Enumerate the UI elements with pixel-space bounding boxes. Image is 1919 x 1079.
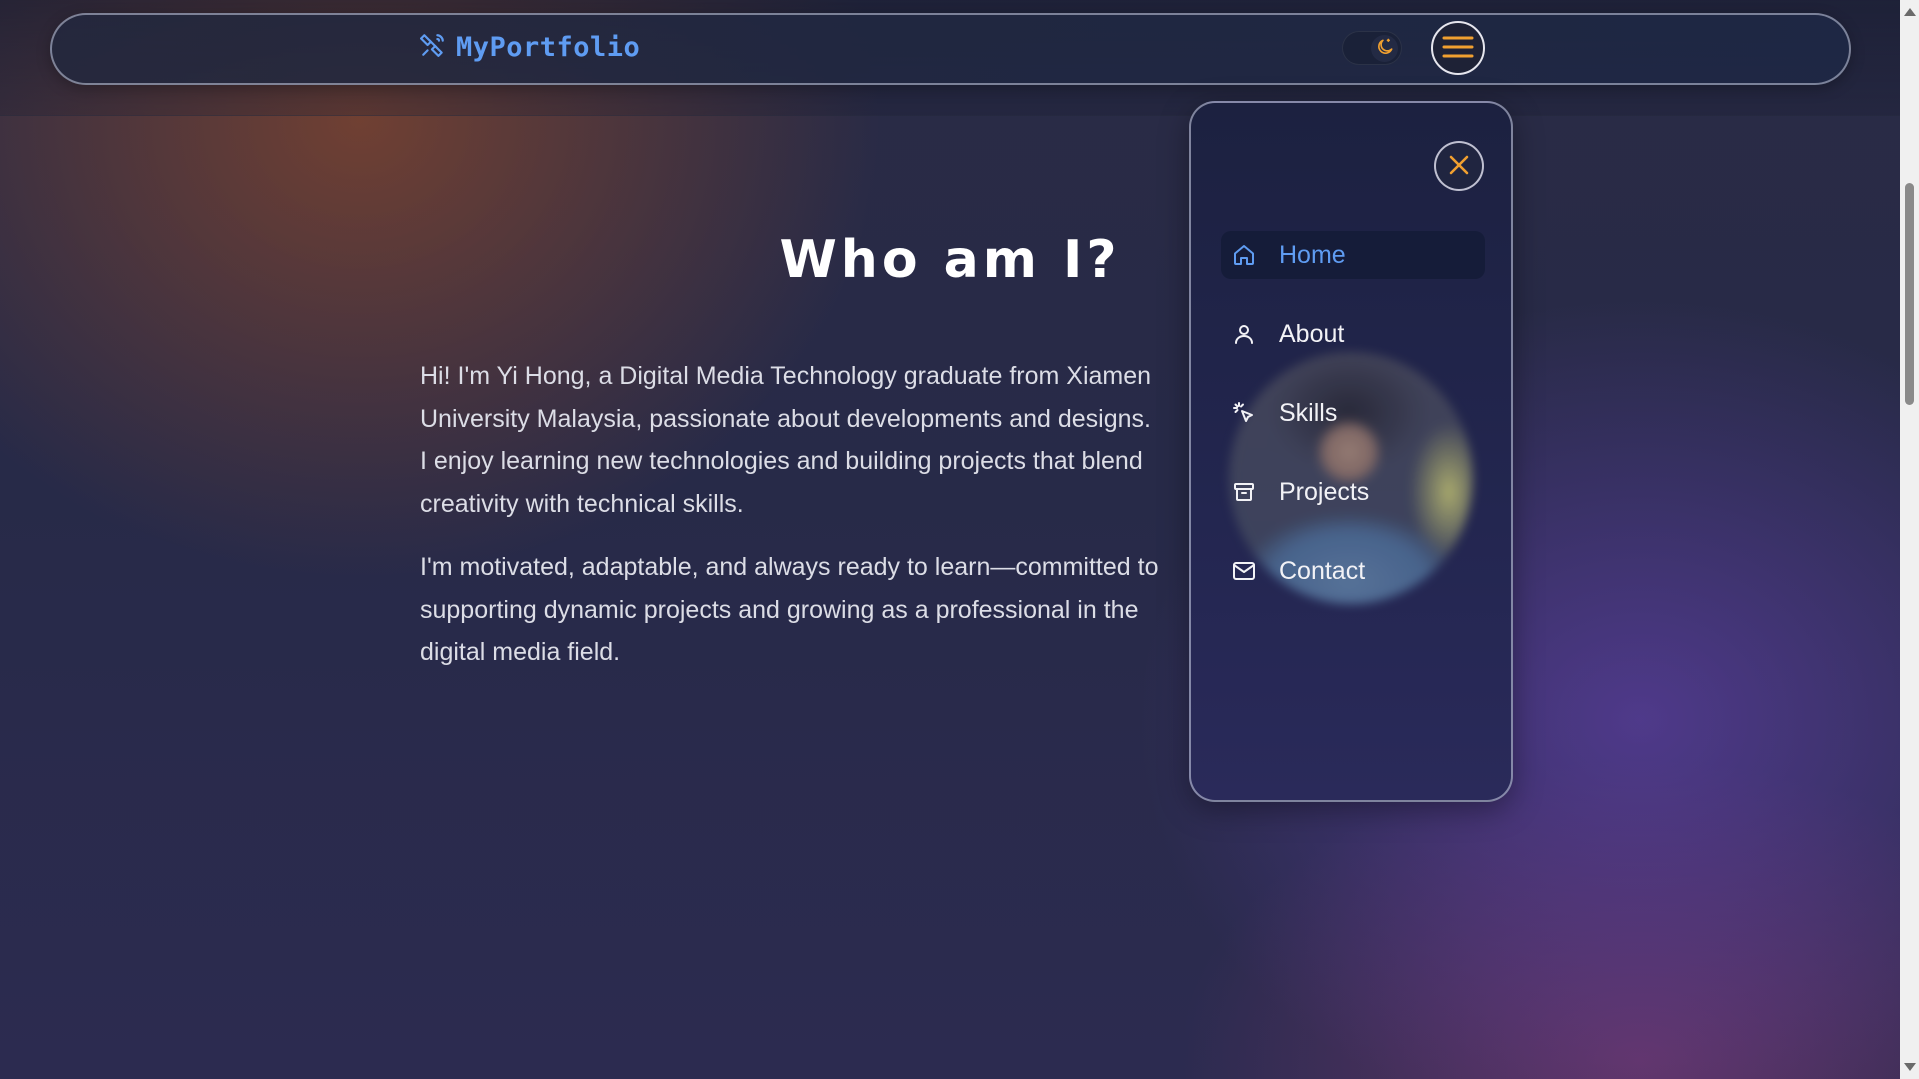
menu-panel: Home About Skills Projects Contact — [1189, 101, 1513, 802]
home-icon — [1231, 242, 1257, 268]
archive-icon — [1231, 479, 1257, 505]
menu-item-skills[interactable]: Skills — [1221, 389, 1485, 437]
user-icon — [1231, 321, 1257, 347]
menu-item-about[interactable]: About — [1221, 310, 1485, 358]
about-heading: Who am I? — [779, 230, 1121, 290]
brand-name: MyPortfolio — [456, 31, 641, 63]
menu-button[interactable] — [1431, 21, 1485, 75]
scrollbar-thumb[interactable] — [1905, 183, 1914, 405]
scroll-up-arrow-icon[interactable] — [1904, 8, 1916, 16]
satellite-icon — [420, 32, 446, 62]
theme-toggle[interactable] — [1342, 31, 1402, 65]
menu-item-label: Home — [1279, 240, 1346, 269]
close-menu-button[interactable] — [1434, 141, 1484, 191]
mail-icon — [1231, 558, 1257, 584]
menu-item-contact[interactable]: Contact — [1221, 547, 1485, 595]
menu-item-label: Projects — [1279, 477, 1370, 506]
close-icon — [1447, 153, 1471, 180]
menu-item-label: Skills — [1279, 398, 1338, 427]
page-scrollbar[interactable] — [1900, 0, 1919, 1079]
moon-icon — [1375, 37, 1395, 61]
hamburger-icon — [1441, 34, 1475, 63]
navbar — [50, 13, 1851, 85]
sparkle-cursor-icon — [1231, 400, 1257, 426]
menu-nav-list: Home About Skills Projects Contact — [1221, 231, 1485, 626]
about-paragraph-1: Hi! I'm Yi Hong, a Digital Media Technol… — [420, 362, 1152, 518]
brand-link[interactable]: MyPortfolio — [420, 30, 640, 64]
theme-toggle-knob — [1371, 35, 1398, 62]
menu-item-projects[interactable]: Projects — [1221, 468, 1485, 516]
menu-item-label: About — [1279, 319, 1345, 348]
menu-item-label: Contact — [1279, 556, 1366, 585]
menu-item-home[interactable]: Home — [1221, 231, 1485, 279]
about-paragraph-2: I'm motivated, adaptable, and always rea… — [420, 553, 1159, 666]
scroll-down-arrow-icon[interactable] — [1904, 1063, 1916, 1071]
